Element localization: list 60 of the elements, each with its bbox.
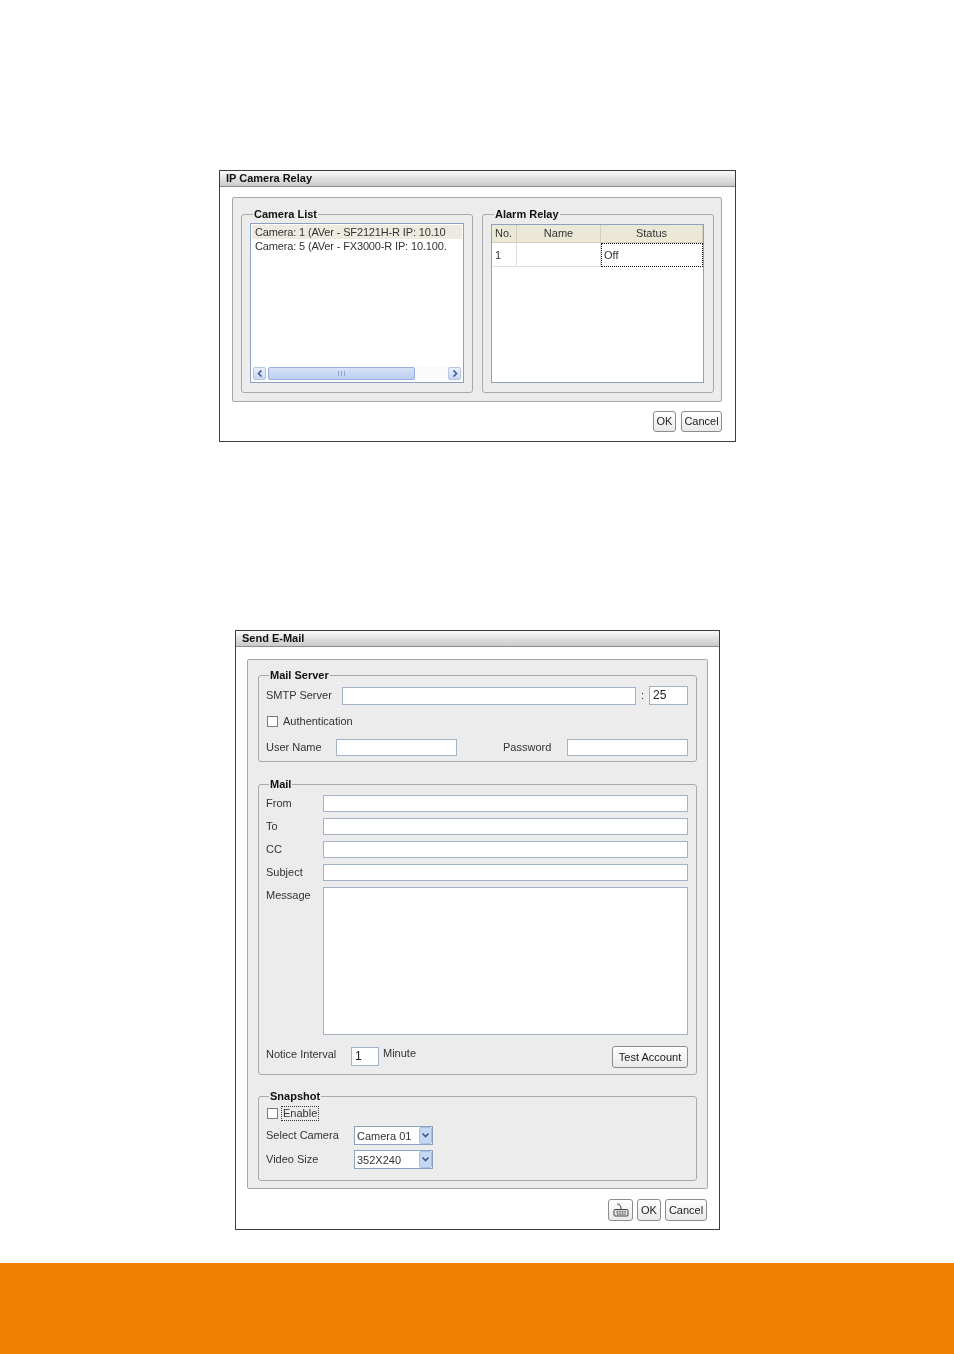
dropdown[interactable]: 352X240 (354, 1150, 433, 1169)
smtp-server-field[interactable] (342, 686, 636, 705)
field-label: Password (503, 740, 553, 754)
group-title: Mail (269, 778, 293, 791)
field-label: Video Size (266, 1153, 320, 1166)
input-field[interactable] (323, 795, 688, 812)
field-label: To (266, 820, 279, 833)
chevron-down-icon (419, 1127, 432, 1144)
dialog-title: Send E-Mail (242, 632, 305, 645)
input-field[interactable] (323, 864, 688, 881)
dropdown[interactable]: Camera 01 (354, 1126, 433, 1145)
scroll-right-button[interactable] (448, 367, 461, 380)
field-label: Select Camera (266, 1129, 340, 1142)
column-header: Status (601, 225, 703, 243)
table-cell: 1 (492, 243, 517, 267)
list-item[interactable]: Camera: 1 (AVer - SF2121H-R IP: 10.10 (252, 225, 462, 239)
camera-list[interactable]: Camera: 1 (AVer - SF2121H-R IP: 10.10 Camera: 5 (AVer - FX3000-R IP: 10.100. (250, 223, 464, 383)
group-title: Mail Server (269, 669, 330, 682)
group-title: Alarm Relay (494, 208, 560, 221)
keyboard-icon (612, 1203, 629, 1217)
field-label: Notice Interval (266, 1048, 338, 1061)
message-field[interactable] (323, 887, 688, 1035)
scroll-left-button[interactable] (253, 367, 266, 380)
checkbox-label: Authentication (282, 714, 354, 729)
grip-icon (338, 371, 345, 376)
dialog-title: IP Camera Relay (226, 172, 313, 185)
list-item[interactable]: Camera: 5 (AVer - FX3000-R IP: 10.100. (252, 239, 462, 253)
input-field[interactable] (323, 818, 688, 835)
checkbox[interactable] (267, 1108, 278, 1119)
group-title: Camera List (253, 208, 318, 221)
port-field[interactable]: 25 (649, 686, 688, 705)
horizontal-scrollbar[interactable] (252, 366, 462, 381)
chevron-right-icon (451, 370, 458, 377)
port-separator: : (639, 689, 646, 702)
dialog-button[interactable]: OK (637, 1199, 661, 1221)
table-cell: Off (601, 243, 703, 267)
chevron-down-icon (419, 1151, 432, 1168)
input-field[interactable] (323, 841, 688, 858)
interval-field[interactable]: 1 (351, 1047, 379, 1066)
column-header: Name (517, 225, 601, 243)
cancel-button[interactable]: Cancel (681, 411, 722, 432)
field-label: User Name (266, 740, 323, 754)
field-label: Subject (266, 866, 304, 879)
chevron-left-icon (256, 370, 263, 377)
field-label: SMTP Server (266, 689, 333, 702)
keyboard-button[interactable] (608, 1199, 633, 1221)
field-label: Message (266, 889, 312, 902)
field-label: CC (266, 843, 283, 856)
scrollbar-thumb[interactable] (268, 367, 415, 380)
checkbox[interactable] (267, 716, 278, 727)
user-name-field[interactable] (336, 738, 457, 756)
checkbox-label: Enable (281, 1106, 320, 1121)
password-field[interactable] (567, 738, 688, 756)
field-label: From (266, 797, 293, 810)
test-account-button[interactable]: Test Account (612, 1046, 688, 1068)
column-header: No. (492, 225, 517, 243)
dialog-button[interactable]: Cancel (665, 1199, 707, 1221)
unit-label: Minute (383, 1047, 417, 1060)
group-title: Snapshot (269, 1090, 322, 1103)
ok-button[interactable]: OK (653, 411, 676, 432)
